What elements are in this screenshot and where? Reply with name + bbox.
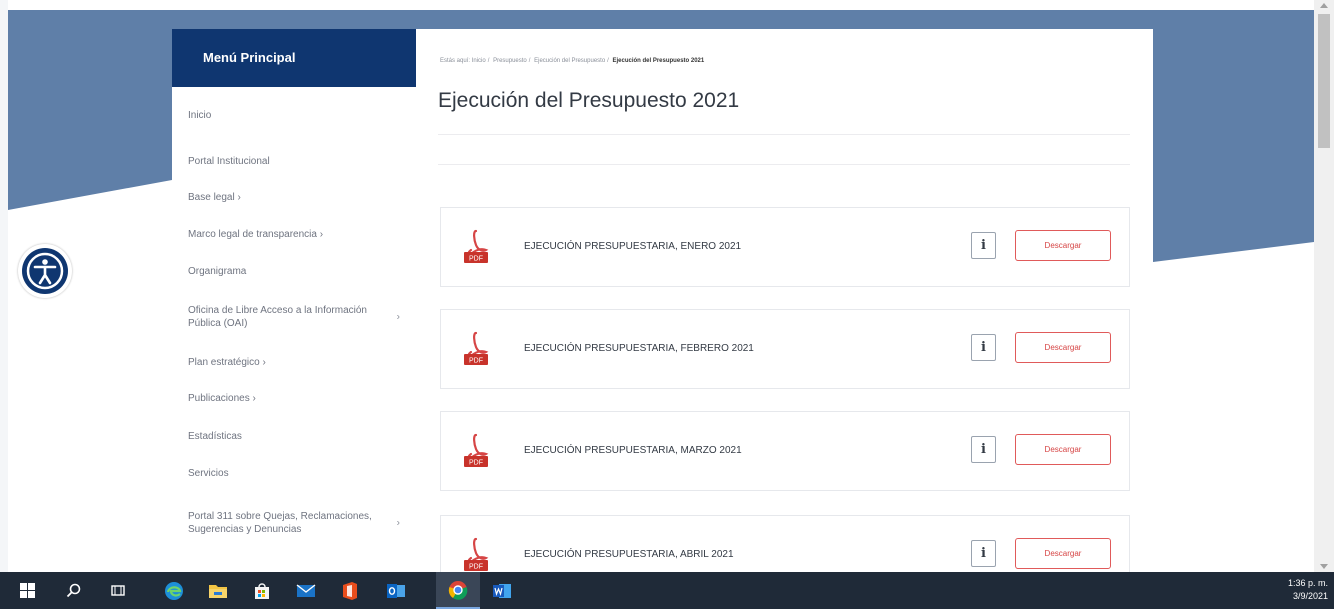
breadcrumb-link-ejecucion[interactable]: Ejecución del Presupuesto — [534, 58, 605, 64]
scroll-down-arrow-icon[interactable] — [1320, 564, 1328, 569]
breadcrumb: Estás aquí: Inicio / Presupuesto / Ejecuci… — [440, 58, 704, 64]
outlook-icon[interactable] — [374, 572, 418, 609]
pdf-icon: PDF — [464, 433, 489, 467]
word-icon[interactable] — [480, 572, 524, 609]
store-icon[interactable] — [240, 572, 284, 609]
breadcrumb-current: Ejecución del Presupuesto 2021 — [612, 58, 705, 64]
menu-item-publicaciones[interactable]: Publicaciones › — [172, 379, 416, 417]
download-button[interactable]: Descargar — [1015, 230, 1111, 261]
document-card: PDF EJECUCIÓN PRESUPUESTARIA, ENERO 2021… — [440, 207, 1130, 287]
menu-item-organigrama[interactable]: Organigrama — [172, 253, 416, 289]
menu-item-label: Estadísticas — [188, 430, 242, 442]
document-card: PDF EJECUCIÓN PRESUPUESTARIA, MARZO 2021… — [440, 411, 1130, 491]
breadcrumb-separator: / — [607, 58, 609, 64]
document-title: EJECUCIÓN PRESUPUESTARIA, ABRIL 2021 — [524, 549, 734, 560]
menu-item-portal-311[interactable]: Portal 311 sobre Quejas, Reclamaciones, … — [172, 491, 416, 555]
svg-text:PDF: PDF — [469, 460, 483, 467]
file-explorer-icon[interactable] — [196, 572, 240, 609]
search-icon[interactable] — [52, 572, 96, 609]
breadcrumb-link-inicio[interactable]: Inicio — [472, 58, 486, 64]
menu-item-servicios[interactable]: Servicios — [172, 455, 416, 491]
breadcrumb-link-presupuesto[interactable]: Presupuesto — [493, 58, 527, 64]
menu-item-plan-estrategico[interactable]: Plan estratégico › — [172, 345, 416, 379]
scroll-thumb[interactable] — [1318, 14, 1330, 148]
menu-item-oai[interactable]: Oficina de Libre Acceso a la Información… — [172, 289, 416, 345]
menu-list: Inicio Portal Institucional Base legal ›… — [172, 87, 416, 555]
document-title: EJECUCIÓN PRESUPUESTARIA, MARZO 2021 — [524, 445, 742, 456]
vertical-scrollbar[interactable] — [1314, 0, 1334, 572]
download-button[interactable]: Descargar — [1015, 332, 1111, 363]
svg-text:PDF: PDF — [469, 256, 483, 263]
main-content: Estás aquí: Inicio / Presupuesto / Ejecuci… — [416, 29, 1153, 595]
document-card: PDF EJECUCIÓN PRESUPUESTARIA, FEBRERO 20… — [440, 309, 1130, 389]
svg-text:PDF: PDF — [469, 358, 483, 365]
menu-item-label: Base legal › — [188, 191, 241, 203]
chevron-right-icon: › — [396, 517, 400, 529]
menu-item-label: Portal 311 sobre Quejas, Reclamaciones, … — [188, 511, 372, 535]
download-button[interactable]: Descargar — [1015, 434, 1111, 465]
menu-item-label: Oficina de Libre Acceso a la Información… — [188, 305, 367, 329]
divider — [438, 164, 1130, 165]
info-button[interactable]: i — [971, 436, 996, 463]
menu-item-marco-legal[interactable]: Marco legal de transparencia › — [172, 215, 416, 253]
pdf-icon: PDF — [464, 537, 489, 571]
svg-text:PDF: PDF — [469, 564, 483, 571]
accessibility-icon — [22, 248, 68, 294]
accessibility-button[interactable] — [18, 244, 72, 298]
menu-item-label: Servicios — [188, 467, 229, 479]
task-view-icon[interactable] — [96, 572, 140, 609]
taskbar-clock[interactable]: 1:36 p. m. 3/9/2021 — [1288, 577, 1328, 603]
document-title: EJECUCIÓN PRESUPUESTARIA, ENERO 2021 — [524, 241, 742, 252]
clock-time: 1:36 p. m. — [1287, 578, 1328, 588]
info-button[interactable]: i — [971, 232, 996, 259]
download-button[interactable]: Descargar — [1015, 538, 1111, 569]
breadcrumb-prefix: Estás aquí: — [440, 58, 471, 64]
menu-item-portal-institucional[interactable]: Portal Institucional — [172, 143, 416, 179]
pdf-icon: PDF — [464, 331, 489, 365]
menu-item-inicio[interactable]: Inicio — [172, 87, 416, 143]
scroll-up-arrow-icon[interactable] — [1320, 3, 1328, 8]
breadcrumb-separator: / — [487, 58, 490, 64]
menu-item-label: Plan estratégico › — [188, 356, 266, 368]
chrome-icon[interactable] — [436, 572, 480, 609]
windows-taskbar: 1:36 p. m. 3/9/2021 — [0, 572, 1334, 609]
info-button[interactable]: i — [971, 540, 996, 567]
main-menu-sidebar: Menú Principal Inicio Portal Institucion… — [172, 29, 416, 572]
menu-item-label: Publicaciones › — [188, 392, 256, 404]
mail-icon[interactable] — [284, 572, 328, 609]
menu-item-label: Marco legal de transparencia › — [188, 228, 324, 240]
edge-icon[interactable] — [152, 572, 196, 609]
menu-item-estadisticas[interactable]: Estadísticas — [172, 417, 416, 455]
menu-item-base-legal[interactable]: Base legal › — [172, 179, 416, 215]
document-title: EJECUCIÓN PRESUPUESTARIA, FEBRERO 2021 — [524, 343, 754, 354]
browser-viewport: Menú Principal Inicio Portal Institucion… — [0, 0, 1334, 609]
menu-item-label: Organigrama — [188, 265, 247, 277]
clock-date: 3/9/2021 — [1292, 591, 1328, 601]
divider — [438, 134, 1130, 135]
pdf-icon: PDF — [464, 229, 489, 263]
windows-start-icon[interactable] — [6, 572, 50, 609]
breadcrumb-separator: / — [528, 58, 531, 64]
viewport-edge — [0, 0, 8, 572]
chevron-right-icon: › — [396, 311, 400, 323]
menu-item-label: Inicio — [188, 109, 212, 121]
menu-item-label: Portal Institucional — [188, 155, 270, 167]
office-icon[interactable] — [328, 572, 372, 609]
page-title: Ejecución del Presupuesto 2021 — [438, 89, 740, 112]
info-button[interactable]: i — [971, 334, 996, 361]
menu-header: Menú Principal — [172, 29, 416, 87]
